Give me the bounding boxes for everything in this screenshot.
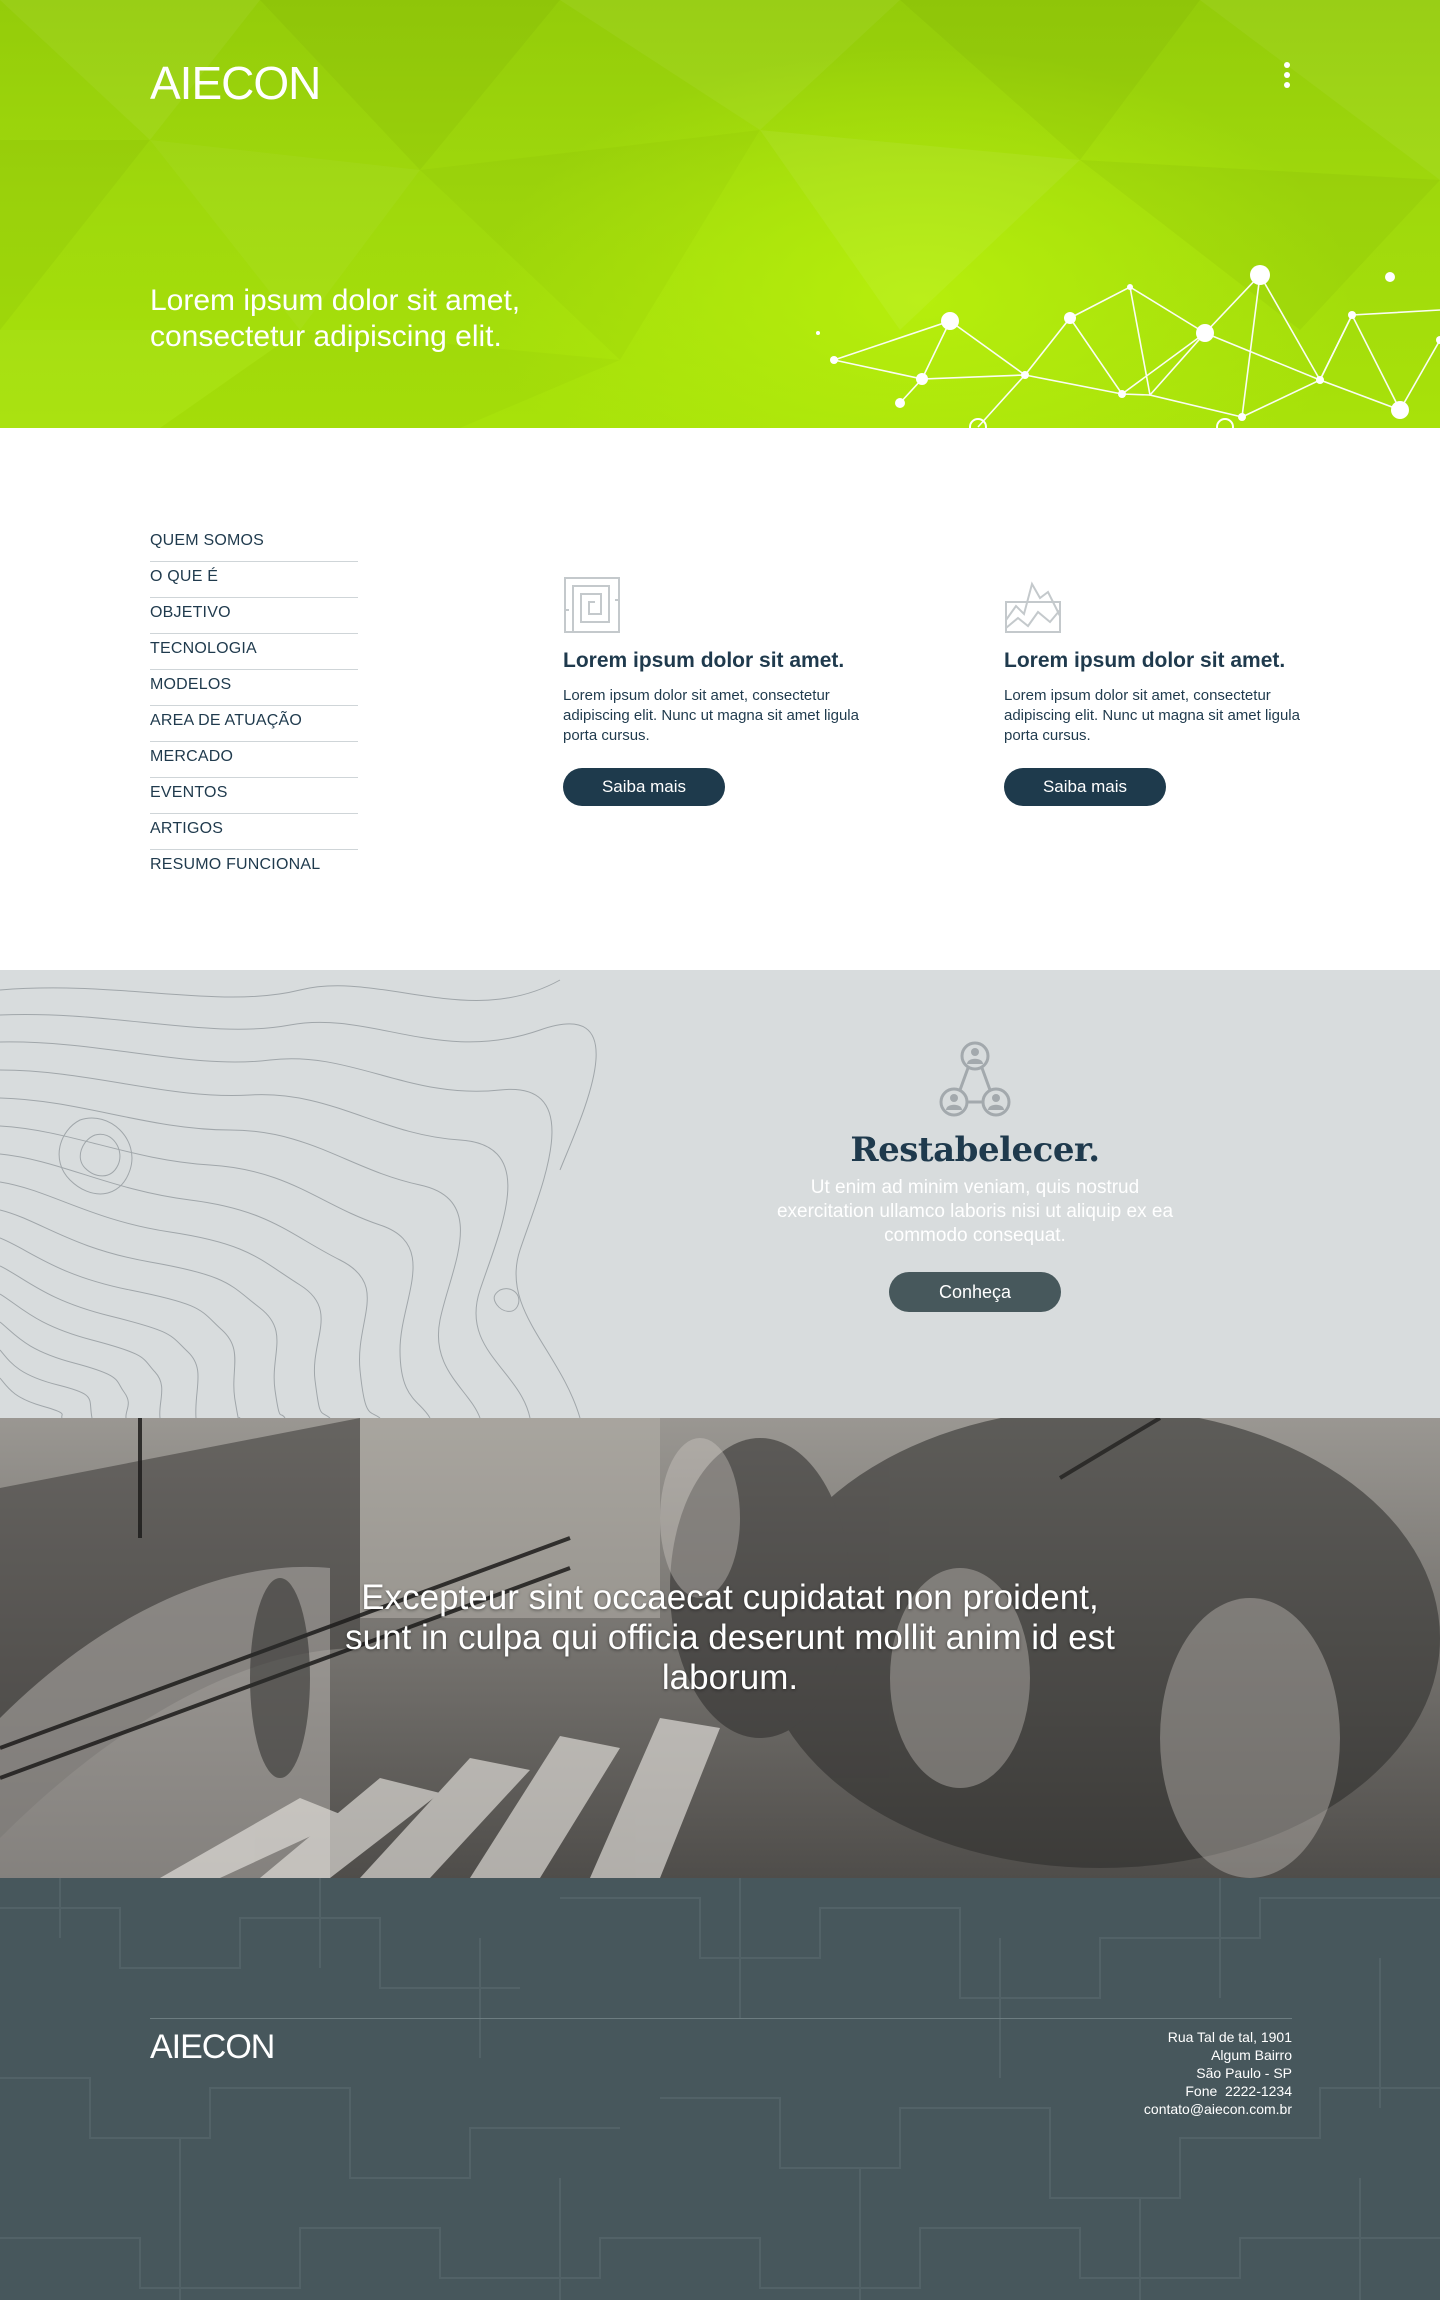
crowd-photo-banner: Excepteur sint occaecat cupidatat non pr… <box>0 1418 1440 1878</box>
card-title: Lorem ipsum dolor sit amet. <box>1004 649 1286 672</box>
address-phone: Fone 2222-1234 <box>1185 2083 1292 2099</box>
nav-item-mercado[interactable]: MERCADO <box>150 742 358 778</box>
card-text: Lorem ipsum dolor sit amet, consectetur … <box>1004 687 1300 744</box>
conheca-button[interactable]: Conheça <box>889 1272 1061 1312</box>
nav-item-quem-somos[interactable]: QUEM SOMOS <box>150 526 358 562</box>
nav-item-area-de-atuacao[interactable]: AREA DE ATUAÇÃO <box>150 706 358 742</box>
footer-divider <box>150 2018 1292 2019</box>
address-street: Rua Tal de tal, 1901 <box>1167 2029 1292 2045</box>
restabelecer-title: Restabelecer. <box>850 1130 1100 1170</box>
hero-header: AIECON Lorem ipsum dolor sit amet, conse… <box>0 0 1440 428</box>
site-logo[interactable]: AIECON <box>150 56 321 110</box>
site-footer: AIECON Rua Tal de tal, 1901 Algum Bairro… <box>0 1878 1440 2300</box>
topographic-map-graphic <box>0 979 597 1418</box>
restabelecer-content: Restabelecer. Ut enim ad minim veniam, q… <box>760 1040 1190 1312</box>
address-district: Algum Bairro <box>1211 2047 1292 2063</box>
side-navigation: QUEM SOMOS O QUE É OBJETIVO TECNOLOGIA M… <box>150 526 358 886</box>
card-title: Lorem ipsum dolor sit amet. <box>563 649 845 672</box>
card-text: Lorem ipsum dolor sit amet, consectetur … <box>563 687 859 744</box>
nav-item-resumo-funcional[interactable]: RESUMO FUNCIONAL <box>150 850 358 886</box>
saiba-mais-button[interactable]: Saiba mais <box>563 768 725 806</box>
address-email[interactable]: contato@aiecon.com.br <box>1144 2100 1292 2118</box>
nav-item-modelos[interactable]: MODELOS <box>150 670 358 706</box>
photo-quote: Excepteur sint occaecat cupidatat non pr… <box>345 1578 1115 1697</box>
feature-card-2: Lorem ipsum dolor sit amet. Lorem ipsum … <box>1004 576 1324 806</box>
vertical-dots-icon[interactable] <box>1275 58 1299 92</box>
nav-item-o-que-e[interactable]: O QUE É <box>150 562 358 598</box>
restabelecer-section: Restabelecer. Ut enim ad minim veniam, q… <box>0 970 1440 1418</box>
nav-item-objetivo[interactable]: OBJETIVO <box>150 598 358 634</box>
nav-item-tecnologia[interactable]: TECNOLOGIA <box>150 634 358 670</box>
nav-item-eventos[interactable]: EVENTOS <box>150 778 358 814</box>
nav-item-artigos[interactable]: ARTIGOS <box>150 814 358 850</box>
feature-card-1: Lorem ipsum dolor sit amet. Lorem ipsum … <box>563 576 883 806</box>
network-graphic <box>816 265 1440 428</box>
mountain-chart-icon <box>1005 581 1061 633</box>
restabelecer-text: Ut enim ad minim veniam, quis nostrud ex… <box>776 1177 1174 1246</box>
footer-logo[interactable]: AIECON <box>150 2028 275 2067</box>
maze-icon <box>564 577 620 633</box>
address-city: São Paulo - SP <box>1196 2065 1292 2081</box>
people-network-icon <box>939 1041 1011 1117</box>
saiba-mais-button[interactable]: Saiba mais <box>1004 768 1166 806</box>
hero-tagline-line2: consectetur adipiscing elit. <box>150 320 502 353</box>
footer-address: Rua Tal de tal, 1901 Algum Bairro São Pa… <box>1144 2028 1292 2118</box>
hero-tagline: Lorem ipsum dolor sit amet, consectetur … <box>150 283 670 355</box>
hero-tagline-line1: Lorem ipsum dolor sit amet, <box>150 284 521 317</box>
